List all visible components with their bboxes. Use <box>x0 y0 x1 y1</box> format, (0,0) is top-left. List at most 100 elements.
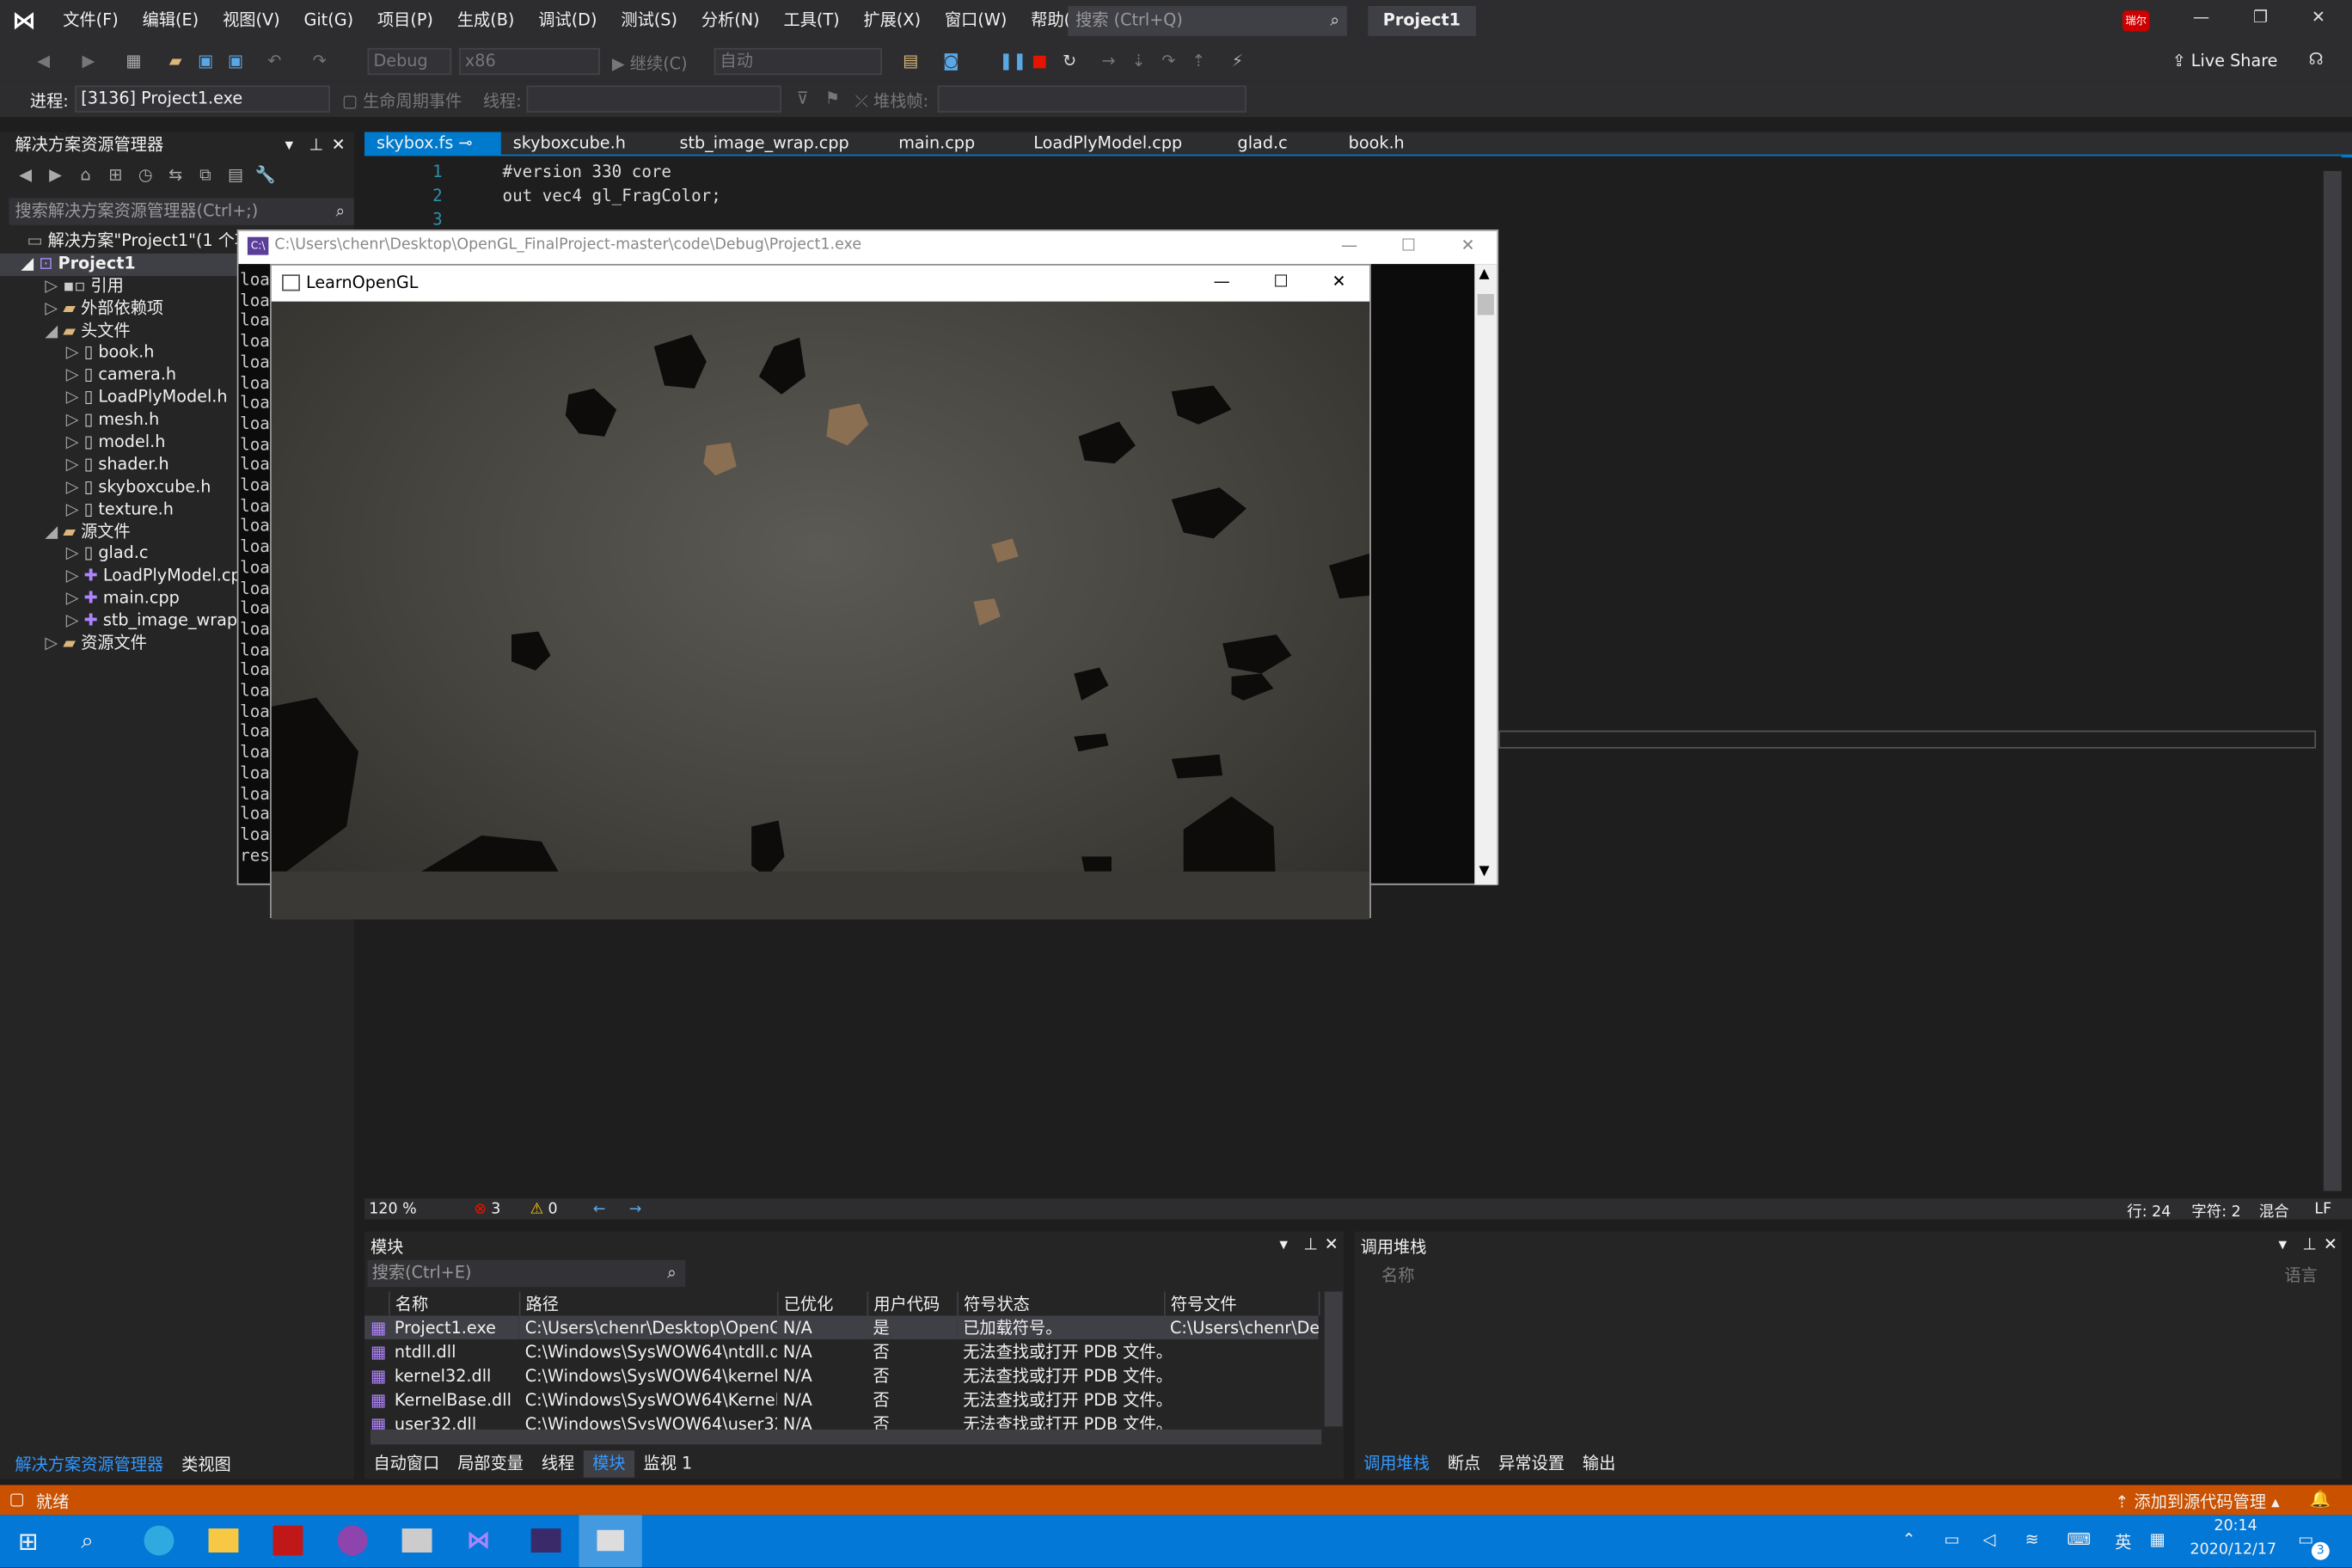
opengl-window[interactable]: LearnOpenGL — ☐ ✕ <box>270 264 1371 920</box>
search-box[interactable]: 搜索 (Ctrl+Q) ⌕ <box>1068 5 1347 36</box>
live-share-button[interactable]: ⇪ Live Share <box>2172 51 2278 70</box>
pin-icon[interactable]: ⊥ <box>1303 1234 1318 1254</box>
collapse-arrow-icon[interactable]: ▷ <box>66 432 84 452</box>
pin-icon[interactable]: ⊥ <box>309 132 323 159</box>
scroll-down-icon[interactable]: ▼ <box>1479 864 1489 879</box>
dropdown-icon[interactable]: ▾ <box>2279 1234 2288 1254</box>
source-control-button[interactable]: ⇡ 添加到源代码管理 ▴ <box>2115 1490 2280 1514</box>
tray-up-icon[interactable]: ⌃ <box>1902 1530 1916 1550</box>
visual-studio-icon[interactable]: ⋈ <box>467 1526 497 1556</box>
acrobat-icon[interactable] <box>273 1525 303 1556</box>
menu-item[interactable]: 生成(B) <box>445 0 526 42</box>
collapse-arrow-icon[interactable]: ▷ <box>66 543 84 563</box>
vs-logo-icon[interactable]: ⋈ <box>12 7 42 34</box>
dropdown-icon[interactable]: ▾ <box>285 132 294 159</box>
table-row[interactable]: ▦ Project1.exe C:\Users\chenr\Desktop\Open… <box>364 1315 1319 1340</box>
volume-icon[interactable]: ◁ <box>1983 1530 1996 1550</box>
menu-item[interactable]: 扩展(X) <box>852 0 933 42</box>
table-row[interactable]: ▦ kernel32.dll C:\Windows\SysWOW64\kernel.… <box>364 1363 1319 1387</box>
collapse-arrow-icon[interactable]: ▷ <box>66 388 84 407</box>
panel-tab[interactable]: 解决方案资源管理器 <box>6 1452 173 1479</box>
editor-tab[interactable]: skybox.fs ⊸ ✕ <box>364 132 501 177</box>
redo-icon[interactable]: ↷ <box>309 51 329 71</box>
scroll-thumb[interactable] <box>1477 294 1494 315</box>
process-icon[interactable]: ▤ <box>900 51 921 71</box>
app-icon[interactable] <box>401 1528 432 1553</box>
menu-item[interactable]: 视图(V) <box>211 0 291 42</box>
back-icon[interactable]: ◀ <box>33 51 53 71</box>
wifi-icon[interactable]: ≋ <box>2025 1530 2039 1550</box>
editor-tab[interactable]: stb_image_wrap.cpp <box>667 132 886 156</box>
action-center-icon[interactable]: ▭ <box>2298 1530 2313 1550</box>
menu-item[interactable]: 测试(S) <box>609 0 689 42</box>
save-icon[interactable]: ▣ <box>195 51 216 71</box>
notification-bell-icon[interactable]: 🔔 <box>2310 1490 2331 1510</box>
gl-maximize-button[interactable]: ☐ <box>1273 272 1288 291</box>
close-button[interactable]: ✕ <box>2312 8 2332 28</box>
collapse-arrow-icon[interactable]: ▷ <box>66 455 84 475</box>
open-icon[interactable]: ▰ <box>165 51 186 71</box>
step-out-icon[interactable]: ↷ <box>1158 51 1179 71</box>
new-project-icon[interactable]: ▦ <box>123 51 144 71</box>
menu-item[interactable]: 编辑(E) <box>131 0 211 42</box>
config-combo[interactable]: Debug <box>367 47 452 76</box>
collapse-arrow-icon[interactable]: ▷ <box>66 499 84 519</box>
feedback-icon[interactable]: ☊ <box>2306 50 2326 70</box>
switch-views-icon[interactable]: ⊞ <box>105 165 126 186</box>
step-up-icon[interactable]: ⇡ <box>1188 51 1209 71</box>
menu-item[interactable]: Git(G) <box>292 0 366 42</box>
show-all-icon[interactable]: ▤ <box>225 165 246 186</box>
sync-icon[interactable]: ⇆ <box>165 165 186 186</box>
table-row[interactable]: ▦ KernelBase.dll C:\Windows\SysWOW64\Kerne… <box>364 1387 1319 1412</box>
nav-forward-icon[interactable]: → <box>629 1201 642 1217</box>
back-icon[interactable]: ◀ <box>15 165 35 186</box>
panel-tab[interactable]: 调用堆栈 <box>1355 1450 1439 1477</box>
step-over-icon[interactable]: ⇣ <box>1128 51 1148 71</box>
console-maximize-button[interactable]: ☐ <box>1401 236 1416 255</box>
editor-tab[interactable]: LoadPlyModel.cpp <box>1021 132 1225 156</box>
collapse-arrow-icon[interactable]: ▷ <box>66 588 84 608</box>
restart-icon[interactable]: ↻ <box>1059 51 1080 71</box>
active-app-button[interactable] <box>579 1515 642 1568</box>
vertical-scrollbar[interactable] <box>2323 170 2342 1191</box>
modules-v-scrollbar[interactable] <box>1324 1291 1343 1427</box>
panel-tab[interactable]: 自动窗口 <box>364 1450 449 1477</box>
editor-tab[interactable]: main.cpp <box>886 132 1021 156</box>
home-icon[interactable]: ⌂ <box>75 165 95 186</box>
collapse-arrow-icon[interactable]: ▷ <box>66 610 84 630</box>
collapse-arrow-icon[interactable]: ▷ <box>66 477 84 497</box>
step-into-icon[interactable]: → <box>1098 51 1118 71</box>
modules-search[interactable]: 搜索(Ctrl+E) ⌕ <box>367 1259 686 1288</box>
nav-back-icon[interactable]: ← <box>593 1201 629 1217</box>
close-panel-icon[interactable]: ✕ <box>2324 1234 2337 1254</box>
minimize-button[interactable]: — <box>2193 8 2214 28</box>
grid-icon[interactable]: ▦ <box>2149 1530 2165 1550</box>
collapse-arrow-icon[interactable]: ▷ <box>66 410 84 430</box>
screenshot-icon[interactable]: ◙ <box>940 51 961 71</box>
dropdown-icon[interactable]: ▾ <box>1279 1234 1288 1254</box>
pin-icon[interactable]: ⊸ <box>453 133 472 153</box>
continue-button[interactable]: ▶ 继续(C) <box>612 51 688 75</box>
panel-tab[interactable]: 监视 1 <box>634 1450 701 1477</box>
auto-combo[interactable]: 自动 <box>714 47 883 76</box>
menu-item[interactable]: 窗口(W) <box>933 0 1019 42</box>
clock-date[interactable]: 2020/12/17 <box>2190 1542 2277 1559</box>
error-count[interactable]: 3 <box>491 1201 530 1217</box>
collapse-arrow-icon[interactable]: ▷ <box>66 365 84 385</box>
collapse-icon[interactable]: ⧉ <box>195 165 216 186</box>
terminal-icon[interactable] <box>530 1528 561 1553</box>
gl-close-button[interactable]: ✕ <box>1332 272 1345 291</box>
panel-tab[interactable]: 模块 <box>583 1450 635 1478</box>
panel-tab[interactable]: 线程 <box>532 1450 583 1477</box>
warning-count[interactable]: 0 <box>548 1201 593 1217</box>
expand-icon[interactable]: ◢ <box>45 321 63 340</box>
panel-tab[interactable]: 类视图 <box>173 1452 241 1479</box>
edge-icon[interactable] <box>144 1525 175 1556</box>
console-scrollbar[interactable]: ▲ ▼ <box>1474 264 1498 885</box>
undo-icon[interactable]: ↶ <box>264 51 285 71</box>
collapse-arrow-icon[interactable]: ▷ <box>45 276 63 296</box>
forward-icon[interactable]: ▶ <box>45 165 65 186</box>
column-header[interactable]: 路径 <box>518 1291 778 1316</box>
history-icon[interactable]: ◷ <box>135 165 156 186</box>
column-header[interactable]: 用户代码 <box>867 1291 959 1316</box>
